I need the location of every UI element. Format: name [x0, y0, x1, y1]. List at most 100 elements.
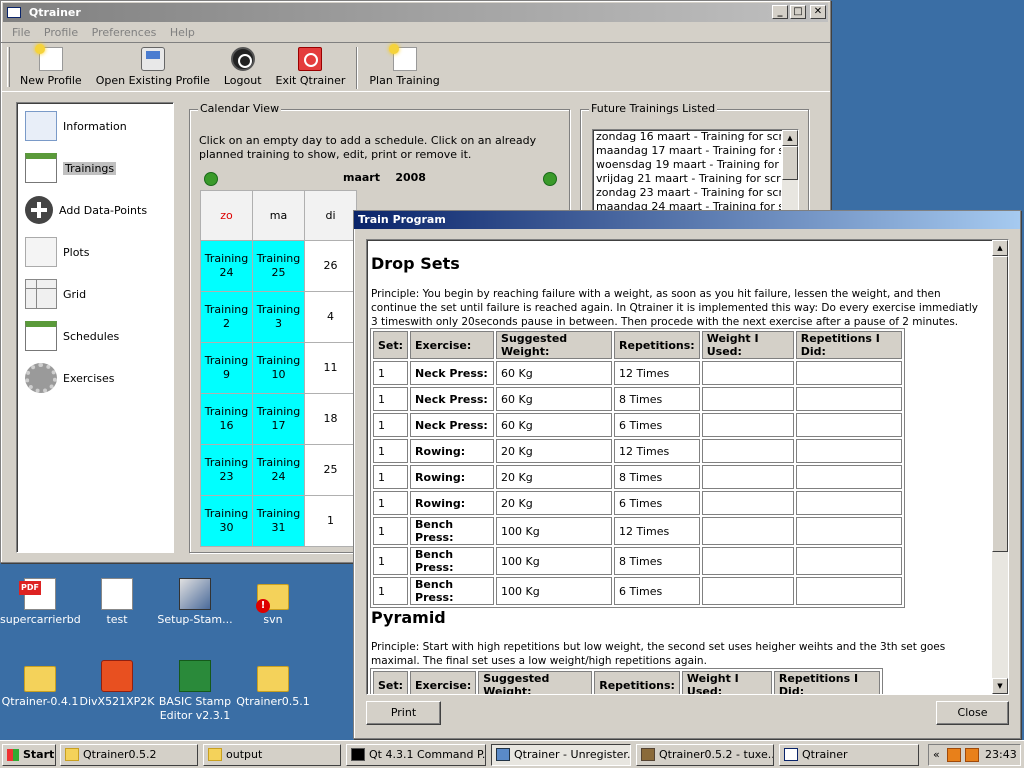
start-button[interactable]: Start	[2, 744, 56, 766]
calendar-cell-day[interactable]: 11	[304, 342, 357, 394]
calendar-cell-training[interactable]: Training 3	[252, 291, 305, 343]
main-titlebar[interactable]: Qtrainer _ □ ✕	[3, 3, 828, 22]
weight-used-cell[interactable]	[701, 517, 794, 545]
task-qtrainer052-tuxe[interactable]: Qtrainer0.5.2 - tuxe...	[636, 744, 774, 766]
scroll-up-icon[interactable]: ▲	[782, 130, 798, 146]
nav-item-plots[interactable]: Plots	[25, 235, 89, 269]
repetitions-done-cell[interactable]	[795, 465, 902, 489]
calendar-cell-training[interactable]: Training 16	[200, 393, 253, 445]
logout-button[interactable]: Logout	[217, 43, 269, 91]
nav-item-information[interactable]: Information	[25, 109, 127, 143]
menu-profile[interactable]: Profile	[39, 24, 83, 41]
close-button[interactable]: Close	[936, 701, 1009, 725]
new-profile-button[interactable]: New Profile	[13, 43, 89, 91]
next-month-arrow-icon[interactable]	[543, 172, 557, 186]
weight-used-cell[interactable]	[701, 361, 794, 385]
task-output-folder[interactable]: output	[203, 744, 341, 766]
calendar-cell-training[interactable]: Training 9	[200, 342, 253, 394]
desktop-icon-supercarrierbd[interactable]: supercarrierbd	[0, 578, 81, 627]
calendar-cell-day[interactable]: 25	[304, 444, 357, 496]
tray-expand-icon[interactable]: «	[933, 745, 940, 765]
nav-item-trainings[interactable]: Trainings	[25, 151, 117, 185]
close-window-button[interactable]: ✕	[810, 5, 826, 19]
desktop-icon-basic-stamp[interactable]: BASIC Stamp Editor v2.3.1	[155, 660, 235, 723]
desktop-icon-qtrainer-041[interactable]: Qtrainer-0.4.1	[0, 660, 80, 709]
list-item[interactable]: maandag 17 maart - Training for screensh…	[593, 144, 781, 158]
plan-training-button[interactable]: Plan Training	[362, 43, 446, 91]
new-document-icon	[34, 44, 63, 71]
task-qtrainer052-folder[interactable]: Qtrainer0.5.2	[60, 744, 198, 766]
repetitions-done-cell[interactable]	[795, 517, 902, 545]
weight-used-cell[interactable]	[701, 547, 794, 575]
calendar-cell-day[interactable]: 1	[304, 495, 357, 547]
calendar-cell-training[interactable]: Training 25	[252, 240, 305, 292]
scroll-down-icon[interactable]: ▼	[992, 678, 1008, 694]
task-qtrainer[interactable]: Qtrainer	[779, 744, 919, 766]
nav-item-label: Grid	[63, 287, 87, 301]
task-qtrainer-unregistered[interactable]: Qtrainer - Unregister...	[491, 744, 631, 766]
nav-item-exercises[interactable]: Exercises	[25, 361, 115, 395]
scroll-thumb[interactable]	[992, 256, 1008, 552]
repetitions-done-cell[interactable]	[795, 439, 902, 463]
repetitions-done-cell[interactable]	[795, 413, 902, 437]
weight-used-cell[interactable]	[701, 491, 794, 515]
task-qt-command-prompt[interactable]: Qt 4.3.1 Command P...	[346, 744, 486, 766]
java-tray-icon[interactable]	[965, 748, 979, 762]
calendar-cell-day[interactable]: 4	[304, 291, 357, 343]
nav-item-grid[interactable]: Grid	[25, 277, 86, 311]
desktop-icon-svn[interactable]: svn	[233, 578, 313, 627]
app-window-icon	[7, 7, 21, 18]
weight-used-cell[interactable]	[701, 577, 794, 605]
scroll-up-icon[interactable]: ▲	[992, 240, 1008, 256]
repetitions-done-cell[interactable]	[795, 387, 902, 411]
desktop-icon-label: Qtrainer-0.4.1	[1, 695, 79, 708]
table-header: Suggested Weight:	[478, 671, 593, 694]
weight-used-cell[interactable]	[701, 439, 794, 463]
weight-used-cell[interactable]	[701, 387, 794, 411]
scroll-thumb[interactable]	[782, 146, 798, 180]
repetitions-done-cell[interactable]	[795, 577, 902, 605]
nav-item-add-data-points[interactable]: Add Data-Points	[25, 193, 147, 227]
list-item[interactable]: zondag 16 maart - Training for screensho…	[593, 130, 781, 144]
java-tray-icon[interactable]	[947, 748, 961, 762]
desktop-icon-qtrainer-051[interactable]: Qtrainer0.5.1	[233, 660, 313, 709]
set-cell: 1	[373, 547, 409, 575]
prev-month-arrow-icon[interactable]	[204, 172, 218, 186]
open-profile-button[interactable]: Open Existing Profile	[89, 43, 217, 91]
task-label: Qtrainer	[802, 748, 848, 761]
list-item[interactable]: vrijdag 21 maart - Training for screensh…	[593, 172, 781, 186]
nav-item-schedules[interactable]: Schedules	[25, 319, 119, 353]
document-scrollbar[interactable]: ▲ ▼	[992, 240, 1008, 694]
calendar-cell-training[interactable]: Training 23	[200, 444, 253, 496]
minimize-button[interactable]: _	[772, 5, 788, 19]
section-heading: Pyramid	[371, 608, 446, 627]
calendar-cell-training[interactable]: Training 24	[200, 240, 253, 292]
calendar-cell-day[interactable]: 18	[304, 393, 357, 445]
train-program-titlebar[interactable]: Train Program	[354, 211, 1020, 229]
repetitions-done-cell[interactable]	[795, 491, 902, 515]
menu-help[interactable]: Help	[165, 24, 200, 41]
calendar-cell-training[interactable]: Training 30	[200, 495, 253, 547]
calendar-cell-training[interactable]: Training 24	[252, 444, 305, 496]
desktop-icon-setup-stamp[interactable]: Setup-Stam...	[155, 578, 235, 627]
weight-used-cell[interactable]	[701, 465, 794, 489]
calendar-cell-training[interactable]: Training 31	[252, 495, 305, 547]
calendar-cell-training[interactable]: Training 17	[252, 393, 305, 445]
menu-file[interactable]: File	[7, 24, 35, 41]
list-item[interactable]: woensdag 19 maart - Training for screens…	[593, 158, 781, 172]
desktop-icon-test[interactable]: test	[77, 578, 157, 627]
future-list-scrollbar[interactable]: ▲	[782, 130, 798, 210]
list-item[interactable]: zondag 23 maart - Training for screensho…	[593, 186, 781, 200]
calendar-cell-training[interactable]: Training 2	[200, 291, 253, 343]
weight-used-cell[interactable]	[701, 413, 794, 437]
repetitions-done-cell[interactable]	[795, 361, 902, 385]
calendar-cell-day[interactable]: 26	[304, 240, 357, 292]
exit-button[interactable]: Exit Qtrainer	[269, 43, 353, 91]
repetitions-done-cell[interactable]	[795, 547, 902, 575]
toolbar-grip[interactable]	[7, 47, 10, 87]
menu-preferences[interactable]: Preferences	[87, 24, 162, 41]
print-button[interactable]: Print	[366, 701, 441, 725]
desktop-icon-divx[interactable]: DivX521XP2K	[77, 660, 157, 709]
calendar-cell-training[interactable]: Training 10	[252, 342, 305, 394]
maximize-button[interactable]: □	[790, 5, 806, 19]
